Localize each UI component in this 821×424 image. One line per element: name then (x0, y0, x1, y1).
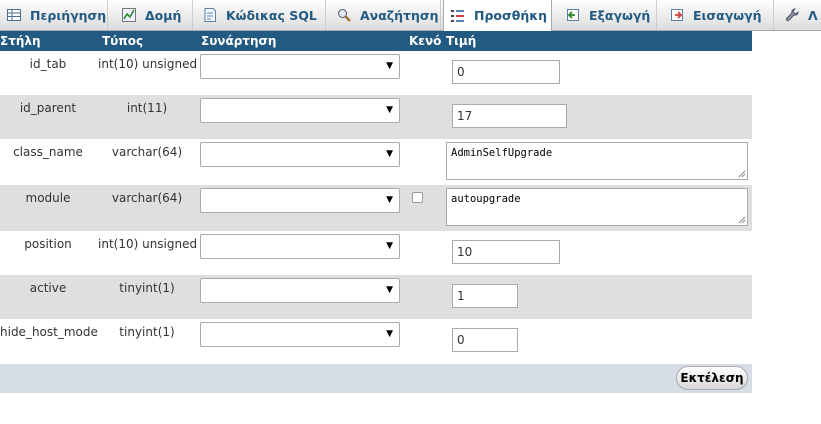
function-select[interactable]: ▼ (200, 234, 400, 259)
column-type: tinyint(1) (119, 325, 175, 339)
column-name: position (24, 237, 72, 251)
value-textarea[interactable]: AdminSelfUpgrade (446, 142, 748, 180)
table-row: class_name varchar(64) ▼ AdminSelfUpgrad… (0, 139, 752, 185)
value-text: autoupgrade (451, 193, 521, 205)
header-function: Συνάρτηση (201, 34, 277, 48)
function-select[interactable]: ▼ (200, 98, 400, 123)
dropdown-arrow-icon: ▼ (386, 149, 393, 159)
column-name: module (25, 191, 71, 205)
value-input[interactable]: 0 (452, 328, 518, 352)
value-input[interactable]: 1 (452, 284, 518, 308)
value-input[interactable]: 0 (452, 60, 560, 84)
value-input[interactable]: 17 (452, 104, 567, 128)
dropdown-arrow-icon: ▼ (386, 105, 393, 115)
table-row: active tinyint(1) ▼ 1 (0, 275, 752, 319)
header-value: Τιμή (446, 34, 477, 48)
dropdown-arrow-icon: ▼ (386, 61, 393, 71)
tab-bar: Περιήγηση Δομή Κώδικας SQL Αναζήτηση Προ… (0, 0, 821, 31)
value-input[interactable]: 10 (452, 240, 560, 264)
tab-insert-label: Προσθήκη (474, 8, 547, 23)
search-icon (336, 7, 352, 23)
table-row: hide_host_mode tinyint(1) ▼ 0 (0, 319, 752, 364)
column-name: active (29, 281, 67, 295)
export-icon (565, 7, 581, 23)
structure-icon (121, 7, 137, 23)
form-footer (0, 364, 752, 393)
tab-insert[interactable]: Προσθήκη (443, 0, 552, 31)
tab-sql[interactable]: Κώδικας SQL (196, 0, 326, 30)
header-null: Κενό (409, 34, 442, 48)
dropdown-arrow-icon: ▼ (386, 195, 393, 205)
table-row: id_parent int(11) ▼ 17 (0, 95, 752, 139)
header-column: Στήλη (0, 34, 41, 48)
tab-browse-label: Περιήγηση (30, 7, 107, 23)
tab-structure-label: Δομή (145, 7, 182, 23)
function-select[interactable]: ▼ (200, 322, 400, 347)
tab-operations-label: Λ (808, 7, 818, 23)
tab-import[interactable]: Εισαγωγή (663, 0, 774, 30)
resize-grip-icon[interactable] (738, 216, 746, 224)
column-type: varchar(64) (111, 191, 183, 205)
column-type: int(10) unsigned (98, 57, 198, 71)
tab-export-label: Εξαγωγή (589, 7, 651, 23)
execute-button[interactable]: Εκτέλεση (676, 366, 748, 390)
column-type: tinyint(1) (119, 281, 175, 295)
header-type: Τύπος (102, 34, 144, 48)
dropdown-arrow-icon: ▼ (386, 329, 393, 339)
table-row: id_tab int(10) unsigned ▼ 0 (0, 51, 752, 95)
value-textarea[interactable]: autoupgrade (446, 188, 748, 226)
null-checkbox[interactable] (412, 192, 423, 203)
value-text: AdminSelfUpgrade (451, 147, 553, 159)
function-select[interactable]: ▼ (200, 278, 400, 303)
tab-search[interactable]: Αναζήτηση (330, 0, 441, 30)
dropdown-arrow-icon: ▼ (386, 285, 393, 295)
column-name: hide_host_mode (0, 325, 98, 339)
column-type: int(10) unsigned (98, 237, 198, 251)
tab-import-label: Εισαγωγή (693, 7, 762, 23)
column-type: varchar(64) (111, 145, 183, 159)
browse-icon (6, 7, 22, 23)
tab-structure[interactable]: Δομή (115, 0, 193, 30)
import-icon (669, 7, 685, 23)
tab-sql-label: Κώδικας SQL (226, 7, 317, 23)
tab-operations[interactable]: Λ (778, 0, 821, 30)
insert-icon (450, 8, 466, 24)
resize-grip-icon[interactable] (738, 170, 746, 178)
column-name: class_name (13, 145, 83, 159)
table-row: module varchar(64) ▼ autoupgrade (0, 185, 752, 231)
sql-icon (202, 7, 218, 23)
wrench-icon (784, 7, 800, 23)
table-header: Στήλη Τύπος Συνάρτηση Κενό Τιμή (0, 31, 752, 51)
table-row: position int(10) unsigned ▼ 10 (0, 231, 752, 275)
dropdown-arrow-icon: ▼ (386, 241, 393, 251)
function-select[interactable]: ▼ (200, 188, 400, 213)
tab-export[interactable]: Εξαγωγή (559, 0, 657, 30)
column-name: id_tab (29, 57, 67, 71)
tab-browse[interactable]: Περιήγηση (0, 0, 108, 30)
column-type: int(11) (126, 101, 168, 115)
function-select[interactable]: ▼ (200, 142, 400, 167)
column-name: id_parent (19, 101, 77, 115)
tab-search-label: Αναζήτηση (360, 7, 439, 23)
function-select[interactable]: ▼ (200, 54, 400, 79)
